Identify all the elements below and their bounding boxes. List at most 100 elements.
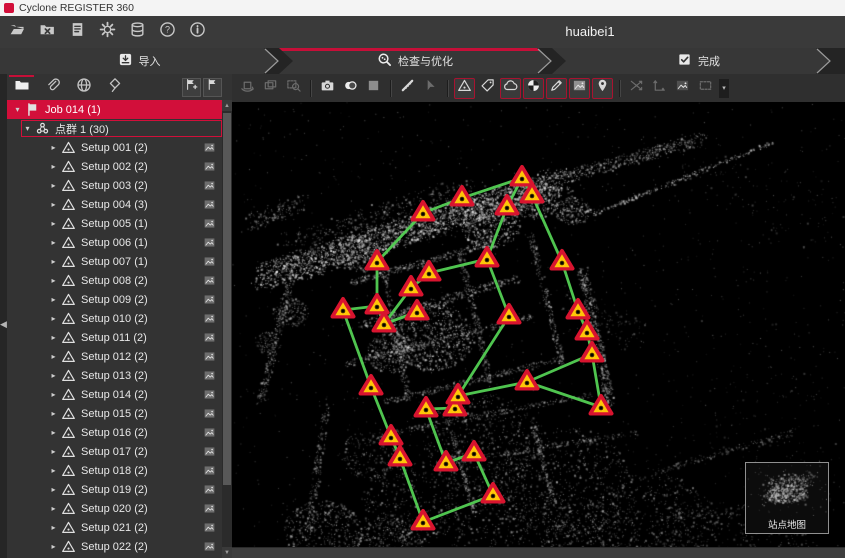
caret-right-icon[interactable]: ▸ xyxy=(47,466,60,475)
tree-item-setup[interactable]: ▸Setup 019 (2) xyxy=(7,480,222,499)
image-thumbnail-icon[interactable] xyxy=(203,179,216,192)
image-thumbnail-icon[interactable] xyxy=(203,255,216,268)
caret-right-icon[interactable]: ▸ xyxy=(47,523,60,532)
tree-item-setup[interactable]: ▸Setup 012 (2) xyxy=(7,347,222,366)
caret-right-icon[interactable]: ▸ xyxy=(47,257,60,266)
caret-right-icon[interactable]: ▸ xyxy=(47,485,60,494)
caret-right-icon[interactable]: ▸ xyxy=(47,447,60,456)
toolbar-settings-gear-icon[interactable] xyxy=(95,20,119,44)
toolbar-storage-database-icon[interactable] xyxy=(125,20,149,44)
zoom-window-button[interactable] xyxy=(283,78,304,99)
toggle-setups-button[interactable] xyxy=(454,78,475,99)
workflow-tab-import[interactable]: 导入 xyxy=(0,48,278,74)
image-thumbnail-icon[interactable] xyxy=(203,483,216,496)
tree-item-setup[interactable]: ▸Setup 001 (2) xyxy=(7,138,222,157)
tree-item-setup[interactable]: ▸Setup 020 (2) xyxy=(7,499,222,518)
swap-links-button[interactable] xyxy=(626,78,647,99)
point-cloud-scene[interactable]: 站点地图 xyxy=(232,102,845,548)
caret-right-icon[interactable]: ▸ xyxy=(47,238,60,247)
setup-marker[interactable] xyxy=(371,310,397,333)
image-thumbnail-icon[interactable] xyxy=(203,407,216,420)
caret-right-icon[interactable]: ▸ xyxy=(47,295,60,304)
image-thumbnail-icon[interactable] xyxy=(203,426,216,439)
image-thumbnail-icon[interactable] xyxy=(203,331,216,344)
scroll-up-button[interactable]: ▲ xyxy=(222,100,232,111)
setup-marker[interactable] xyxy=(364,248,390,271)
caret-right-icon[interactable]: ▸ xyxy=(47,219,60,228)
tree-item-setup[interactable]: ▸Setup 009 (2) xyxy=(7,290,222,309)
tree-item-setup[interactable]: ▸Setup 014 (2) xyxy=(7,385,222,404)
workflow-tab-review[interactable]: 检查与优化 xyxy=(279,48,551,74)
toggle-targets-button[interactable] xyxy=(523,78,544,99)
setup-marker[interactable] xyxy=(410,508,436,531)
setup-marker[interactable] xyxy=(413,395,439,418)
toolbar-info-icon[interactable] xyxy=(185,20,209,44)
tree-item-setup[interactable]: ▸Setup 006 (1) xyxy=(7,233,222,252)
pan-view-button[interactable] xyxy=(260,78,281,99)
image-thumbnail-icon[interactable] xyxy=(203,445,216,458)
setup-marker[interactable] xyxy=(480,481,506,504)
tree-item-setup[interactable]: ▸Setup 003 (2) xyxy=(7,176,222,195)
setup-marker[interactable] xyxy=(474,245,500,268)
caret-right-icon[interactable]: ▸ xyxy=(47,181,60,190)
orbit-view-button[interactable] xyxy=(237,78,258,99)
caret-right-icon[interactable]: ▸ xyxy=(47,390,60,399)
blend-mode-button[interactable] xyxy=(340,78,361,99)
sidebar-collapse-handle[interactable]: ◀ xyxy=(0,320,7,329)
toggle-images-button[interactable] xyxy=(569,78,590,99)
measure-button[interactable] xyxy=(397,78,418,99)
toolbar-help-icon[interactable]: ? xyxy=(155,20,179,44)
image-thumbnail-icon[interactable] xyxy=(203,350,216,363)
image-thumbnail-icon[interactable] xyxy=(203,312,216,325)
image-thumbnail-icon[interactable] xyxy=(203,293,216,306)
fill-square-button[interactable] xyxy=(363,78,384,99)
caret-right-icon[interactable]: ▸ xyxy=(47,352,60,361)
tree-item-setup[interactable]: ▸Setup 005 (1) xyxy=(7,214,222,233)
cleanup-image-button[interactable] xyxy=(672,78,693,99)
tree-item-bundle[interactable]: ▾点群 1 (30) xyxy=(7,119,222,138)
setup-marker[interactable] xyxy=(445,382,471,405)
scroll-down-button[interactable]: ▼ xyxy=(222,547,232,558)
scrollbar-thumb[interactable] xyxy=(223,113,231,485)
tree-item-setup[interactable]: ▸Setup 007 (1) xyxy=(7,252,222,271)
caret-right-icon[interactable]: ▸ xyxy=(47,200,60,209)
image-thumbnail-icon[interactable] xyxy=(203,236,216,249)
tree-item-setup[interactable]: ▸Setup 010 (2) xyxy=(7,309,222,328)
workflow-tab-finish[interactable]: 完成 xyxy=(552,48,845,74)
pick-point-button[interactable] xyxy=(420,78,441,99)
setup-marker[interactable] xyxy=(358,373,384,396)
toggle-annotations-button[interactable] xyxy=(546,78,567,99)
caret-right-icon[interactable]: ▸ xyxy=(47,276,60,285)
toolbar-close-project-icon[interactable] xyxy=(35,20,59,44)
setup-marker[interactable] xyxy=(549,248,575,271)
image-thumbnail-icon[interactable] xyxy=(203,388,216,401)
image-thumbnail-icon[interactable] xyxy=(203,198,216,211)
setup-marker[interactable] xyxy=(461,439,487,462)
setup-marker[interactable] xyxy=(378,423,404,446)
caret-right-icon[interactable]: ▸ xyxy=(47,314,60,323)
setup-marker[interactable] xyxy=(433,449,459,472)
setup-marker[interactable] xyxy=(579,340,605,363)
tree-item-setup[interactable]: ▸Setup 018 (2) xyxy=(7,461,222,480)
sidebar-tab-project-explorer[interactable] xyxy=(7,75,36,100)
tree-scrollbar[interactable]: ▲ ▼ xyxy=(222,100,232,558)
setup-marker[interactable] xyxy=(410,199,436,222)
image-thumbnail-icon[interactable] xyxy=(203,521,216,534)
image-thumbnail-icon[interactable] xyxy=(203,274,216,287)
tree-item-setup[interactable]: ▸Setup 017 (2) xyxy=(7,442,222,461)
site-minimap[interactable]: 站点地图 xyxy=(745,462,829,534)
setup-marker[interactable] xyxy=(496,302,522,325)
setup-marker[interactable] xyxy=(398,274,424,297)
image-thumbnail-icon[interactable] xyxy=(203,540,216,553)
image-thumbnail-icon[interactable] xyxy=(203,502,216,515)
select-rectangle-dropdown[interactable]: ▾ xyxy=(719,79,729,98)
setup-marker[interactable] xyxy=(330,296,356,319)
toggle-labels-button[interactable] xyxy=(477,78,498,99)
image-thumbnail-icon[interactable] xyxy=(203,160,216,173)
camera-view-button[interactable] xyxy=(317,78,338,99)
caret-right-icon[interactable]: ▸ xyxy=(47,504,60,513)
caret-right-icon[interactable]: ▸ xyxy=(47,371,60,380)
tree-item-setup[interactable]: ▸Setup 022 (2) xyxy=(7,537,222,556)
tree-item-setup[interactable]: ▸Setup 015 (2) xyxy=(7,404,222,423)
caret-right-icon[interactable]: ▸ xyxy=(47,143,60,152)
